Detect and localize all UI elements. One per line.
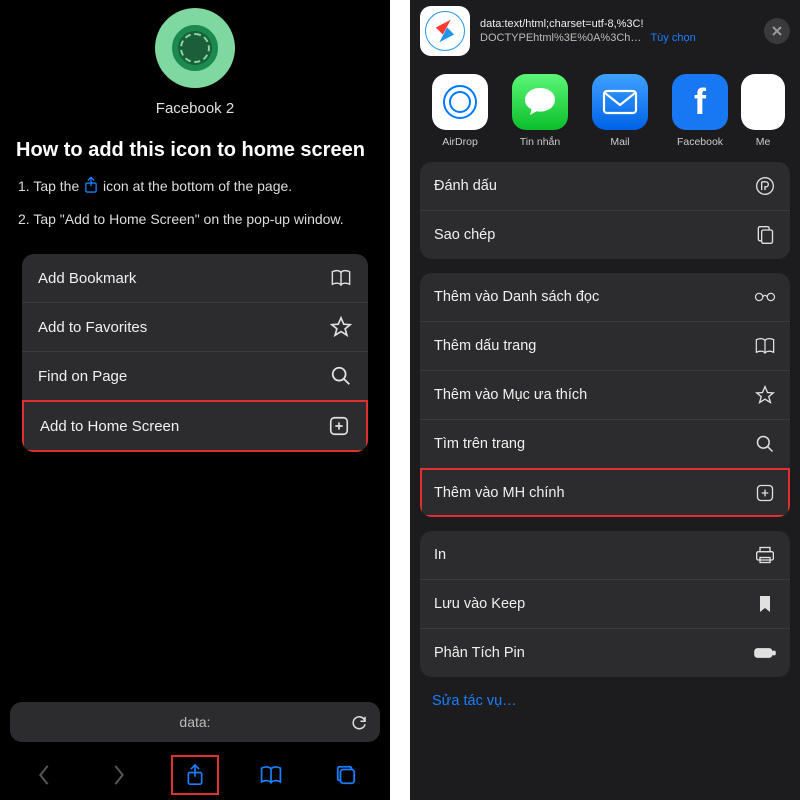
page-title: How to add this icon to home screen xyxy=(16,139,374,162)
close-button[interactable] xyxy=(764,18,790,44)
airdrop-app[interactable]: AirDrop xyxy=(428,74,492,148)
share-sheet-title: data:text/html;charset=utf-8,%3C! DOCTYP… xyxy=(480,17,696,46)
phone-right: data:text/html;charset=utf-8,%3C! DOCTYP… xyxy=(410,0,800,800)
phone-left: Facebook 2 How to add this icon to home … xyxy=(0,0,390,800)
url-text: data: xyxy=(179,714,210,730)
find-on-page-item[interactable]: Find on Page xyxy=(22,351,368,400)
share-icon xyxy=(83,176,99,194)
bookmark-solid-icon xyxy=(754,593,776,615)
messages-icon xyxy=(512,74,568,130)
app-name: Facebook 2 xyxy=(156,100,234,117)
print-item[interactable]: In xyxy=(420,531,790,579)
star-icon xyxy=(754,384,776,406)
facebook-app[interactable]: f Facebook xyxy=(668,74,732,148)
copy-icon xyxy=(754,224,776,246)
glasses-icon xyxy=(754,286,776,308)
battery-analysis-item[interactable]: Phân Tích Pin xyxy=(420,628,790,677)
step-2: 2. Tap "Add to Home Screen" on the pop-u… xyxy=(18,209,372,230)
step-1: 1. Tap the icon at the bottom of the pag… xyxy=(18,176,372,197)
actions-section-1: Đánh dấu Sao chép xyxy=(420,162,790,259)
a2hs-label: Thêm vào MH chính xyxy=(434,485,565,501)
keep-label: Lưu vào Keep xyxy=(434,596,525,612)
add-bookmark-item[interactable]: Add Bookmark xyxy=(22,254,368,302)
find-on-page-label: Find on Page xyxy=(38,368,127,385)
partial-icon xyxy=(741,74,785,130)
add-bookmark-item[interactable]: Thêm dấu trang xyxy=(420,321,790,370)
book-icon xyxy=(754,335,776,357)
add-to-home-screen-item[interactable]: Add to Home Screen xyxy=(22,400,368,452)
forward-button[interactable] xyxy=(95,755,143,795)
find-on-page-label: Tìm trên trang xyxy=(434,436,525,452)
star-icon xyxy=(330,316,352,338)
bookmarks-button[interactable] xyxy=(247,755,295,795)
share-menu-group: Add Bookmark Add to Favorites Find on Pa… xyxy=(22,254,368,452)
printer-icon xyxy=(754,544,776,566)
add-bookmark-label: Thêm dấu trang xyxy=(434,338,536,354)
share-sheet-header: data:text/html;charset=utf-8,%3C! DOCTYP… xyxy=(410,0,800,70)
mail-label: Mail xyxy=(610,136,629,148)
safari-icon xyxy=(420,6,470,56)
favorites-item[interactable]: Thêm vào Mục ưa thích xyxy=(420,370,790,419)
messages-app[interactable]: Tin nhắn xyxy=(508,74,572,148)
step1-part1: 1. Tap the xyxy=(18,178,79,194)
plus-square-icon xyxy=(754,482,776,504)
add-bookmark-label: Add Bookmark xyxy=(38,270,136,287)
header-line1: data:text/html;charset=utf-8,%3C! xyxy=(480,17,696,31)
copy-item[interactable]: Sao chép xyxy=(420,210,790,259)
reading-list-label: Thêm vào Danh sách đọc xyxy=(434,289,599,305)
find-on-page-item[interactable]: Tìm trên trang xyxy=(420,419,790,468)
tabs-button[interactable] xyxy=(322,755,370,795)
add-favorites-item[interactable]: Add to Favorites xyxy=(22,302,368,351)
share-button[interactable] xyxy=(171,755,219,795)
options-link[interactable]: Tùy chọn xyxy=(650,32,695,44)
save-to-keep-item[interactable]: Lưu vào Keep xyxy=(420,579,790,628)
facebook-label: Facebook xyxy=(677,136,723,148)
edit-actions-link[interactable]: Sửa tác vụ… xyxy=(410,691,800,719)
copy-label: Sao chép xyxy=(434,227,495,243)
battery-icon xyxy=(754,642,776,664)
actions-section-3: In Lưu vào Keep Phân Tích Pin xyxy=(420,531,790,677)
book-icon xyxy=(330,267,352,289)
favorites-label: Thêm vào Mục ưa thích xyxy=(434,387,587,403)
print-label: In xyxy=(434,547,446,563)
messages-label: Tin nhắn xyxy=(520,136,560,148)
airdrop-label: AirDrop xyxy=(442,136,478,148)
add-to-home-screen-label: Add to Home Screen xyxy=(40,418,179,435)
mail-icon xyxy=(592,74,648,130)
add-to-home-screen-item[interactable]: Thêm vào MH chính xyxy=(420,468,790,517)
reading-list-item[interactable]: Thêm vào Danh sách đọc xyxy=(420,273,790,321)
facebook-icon: f xyxy=(672,74,728,130)
browser-toolbar xyxy=(0,750,390,800)
add-favorites-label: Add to Favorites xyxy=(38,319,147,336)
messenger-app[interactable]: Me xyxy=(748,74,778,148)
reload-icon[interactable] xyxy=(350,713,368,731)
header-line2: DOCTYPEhtml%3E%0A%3Ch… xyxy=(480,32,641,44)
bookmark-label: Đánh dấu xyxy=(434,178,497,194)
partial-label: Me xyxy=(756,136,771,148)
back-button[interactable] xyxy=(20,755,68,795)
bookmark-badge-icon xyxy=(754,175,776,197)
url-bar[interactable]: data: xyxy=(10,702,380,742)
pin-label: Phân Tích Pin xyxy=(434,645,525,661)
share-apps-row: AirDrop Tin nhắn Mail f Facebook Me xyxy=(410,70,800,162)
step1-part2: icon at the bottom of the page. xyxy=(103,178,292,194)
search-icon xyxy=(330,365,352,387)
plus-square-icon xyxy=(328,415,350,437)
airdrop-icon xyxy=(432,74,488,130)
search-icon xyxy=(754,433,776,455)
app-icon xyxy=(155,8,235,88)
bookmark-item[interactable]: Đánh dấu xyxy=(420,162,790,210)
mail-app[interactable]: Mail xyxy=(588,74,652,148)
app-header: Facebook 2 xyxy=(0,0,390,117)
actions-section-2: Thêm vào Danh sách đọc Thêm dấu trang Th… xyxy=(420,273,790,517)
